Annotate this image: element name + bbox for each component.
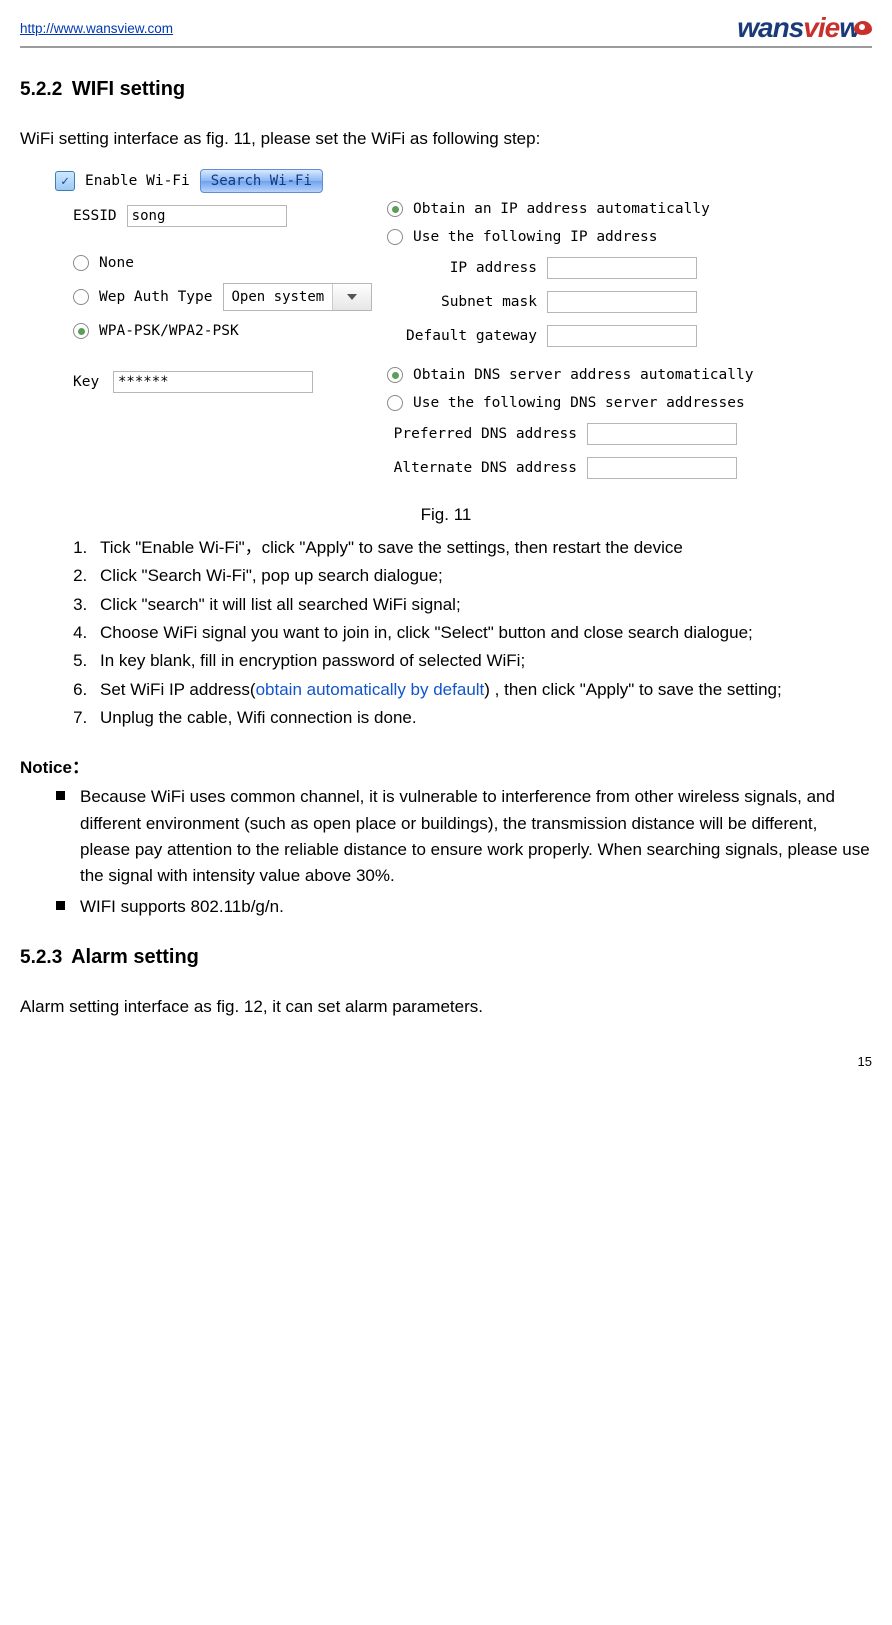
notice-list: Because WiFi uses common channel, it is … [20,784,872,920]
step-4: Choose WiFi signal you want to join in, … [92,620,872,646]
section-number: 5.2.2 [20,79,62,100]
wifi-steps-list: Tick "Enable Wi-Fi"，click "Apply" to sav… [20,535,872,731]
security-wpa-label: WPA-PSK/WPA2-PSK [99,323,239,339]
step-2: Click "Search Wi-Fi", pop up search dial… [92,563,872,589]
ip-auto-radio[interactable] [387,201,403,217]
dns-alt-label: Alternate DNS address [387,460,577,476]
gateway-input[interactable] [547,325,697,347]
essid-input[interactable]: song [127,205,287,227]
enable-wifi-label: Enable Wi-Fi [85,173,190,189]
notice-heading: Notice： [20,753,872,778]
step-5: In key blank, fill in encryption passwor… [92,648,872,674]
logo-eye-icon [854,21,872,35]
subnet-mask-label: Subnet mask [387,294,537,310]
ip-static-label: Use the following IP address [413,229,657,245]
step-1: Tick "Enable Wi-Fi"，click "Apply" to sav… [92,535,872,561]
search-wifi-button[interactable]: Search Wi-Fi [200,169,323,193]
security-wep-label: Wep Auth Type [99,289,213,305]
chevron-down-icon [332,284,371,310]
alarm-intro-text: Alarm setting interface as fig. 12, it c… [20,997,872,1017]
security-none-radio[interactable] [73,255,89,271]
dns-static-label: Use the following DNS server addresses [413,395,745,411]
gateway-label: Default gateway [387,328,537,344]
notice-item-1: Because WiFi uses common channel, it is … [80,784,872,889]
page-number: 15 [858,1054,872,1069]
wep-auth-dropdown[interactable]: Open system [223,283,373,311]
figure-caption: Fig. 11 [20,505,872,525]
enable-wifi-checkbox[interactable]: ✓ [55,171,75,191]
dns-auto-label: Obtain DNS server address automatically [413,367,753,383]
security-wep-radio[interactable] [73,289,89,305]
section-number-2: 5.2.3 [20,947,62,968]
ip-address-label: IP address [387,260,537,276]
step-7: Unplug the cable, Wifi connection is don… [92,705,872,731]
section-title-2: Alarm setting [71,946,199,968]
security-wpa-radio[interactable] [73,323,89,339]
ip-address-input[interactable] [547,257,697,279]
dns-auto-radio[interactable] [387,367,403,383]
section-heading-alarm: 5.2.3 Alarm setting [20,946,872,969]
wifi-intro-text: WiFi setting interface as fig. 11, pleas… [20,129,872,149]
figure-11: ✓ Enable Wi-Fi Search Wi-Fi ESSID song N… [20,169,872,491]
dns-alt-input[interactable] [587,457,737,479]
dns-static-radio[interactable] [387,395,403,411]
page-header: http://www.wansview.com wansview [20,12,872,48]
step-6: Set WiFi IP address(obtain automatically… [92,677,872,703]
key-label: Key [73,374,103,390]
brand-logo: wansview [737,12,872,44]
dns-pref-input[interactable] [587,423,737,445]
logo-text-1: wans [737,12,803,44]
logo-text-2: vie [803,12,839,44]
dns-pref-label: Preferred DNS address [387,426,577,442]
key-input[interactable]: ****** [113,371,313,393]
subnet-mask-input[interactable] [547,291,697,313]
section-heading-wifi: 5.2.2 WIFI setting [20,78,872,101]
essid-label: ESSID [73,208,117,224]
notice-item-2: WIFI supports 802.11b/g/n. [80,894,872,920]
ip-static-radio[interactable] [387,229,403,245]
security-none-label: None [99,255,134,271]
ip-auto-label: Obtain an IP address automatically [413,201,710,217]
section-title: WIFI setting [72,78,185,100]
step-3: Click "search" it will list all searched… [92,592,872,618]
header-url-link[interactable]: http://www.wansview.com [20,21,173,36]
wep-auth-value: Open system [224,289,333,305]
